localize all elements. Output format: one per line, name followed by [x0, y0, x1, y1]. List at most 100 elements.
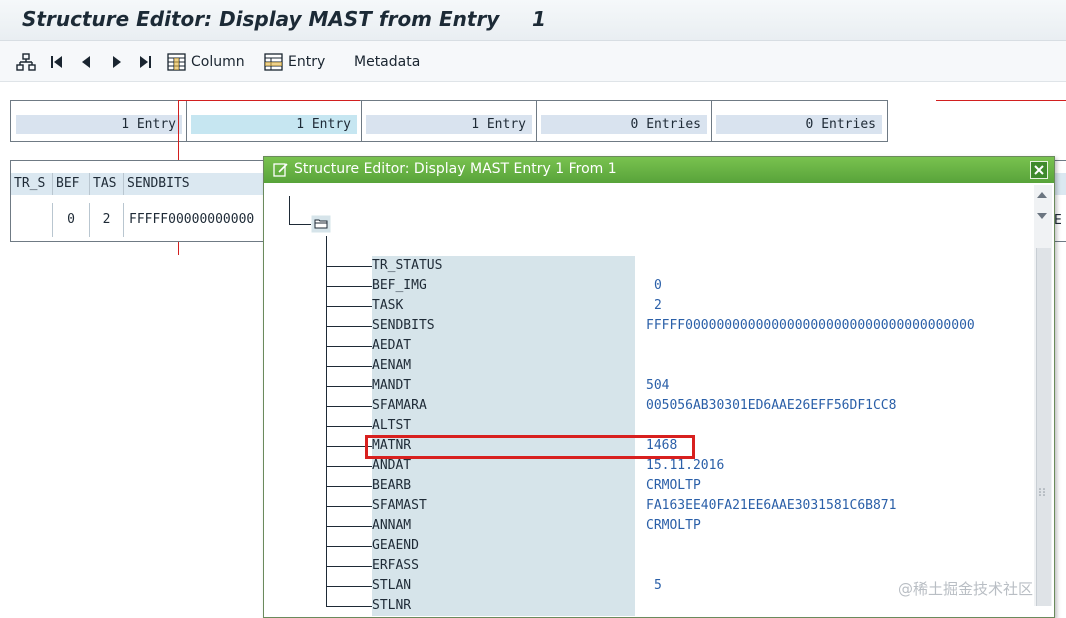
tree-connector	[326, 386, 372, 387]
tree-connector	[326, 466, 372, 467]
field-name-erfass[interactable]: ERFASS	[372, 556, 635, 576]
column-view-icon	[167, 53, 186, 71]
tree-connector	[326, 506, 372, 507]
field-name-bearb[interactable]: BEARB	[372, 476, 635, 496]
metadata-button[interactable]: Metadata	[354, 51, 420, 73]
scroll-down-icon[interactable]	[1036, 211, 1048, 221]
last-entry-button[interactable]	[138, 51, 152, 73]
close-icon	[1034, 165, 1044, 175]
count-box-2: 1 Entry	[186, 100, 363, 142]
count-box-3: 1 Entry	[361, 100, 538, 142]
table-cell[interactable]: 0	[53, 203, 90, 237]
table-cell[interactable]	[11, 203, 53, 237]
field-name-tr-status[interactable]: TR_STATUS	[372, 256, 635, 276]
matnr-highlight	[365, 435, 695, 459]
field-name-andat[interactable]: ANDAT	[372, 456, 635, 476]
tree-connector	[326, 366, 372, 367]
field-name-bef-img[interactable]: BEF_IMG	[372, 276, 635, 296]
next-entry-button[interactable]	[111, 51, 123, 73]
entry-table: TR_S BEF TAS SENDBITS 0 2 FFFFF000000000…	[10, 160, 272, 242]
watermark: @稀土掘金技术社区	[898, 580, 1034, 598]
field-name-sfamast[interactable]: SFAMAST	[372, 496, 635, 516]
first-entry-button[interactable]	[50, 51, 64, 73]
next-icon	[113, 56, 121, 68]
tree-connector	[326, 306, 372, 307]
tree-connector	[326, 426, 372, 427]
count-value: 1 Entry	[366, 115, 532, 134]
field-value-sfamara[interactable]: 005056AB30301ED6AAE26EFF56DF1CC8	[646, 396, 896, 416]
field-name-task[interactable]: TASK	[372, 296, 635, 316]
tree-connector	[326, 266, 372, 267]
metadata-button-label: Metadata	[354, 54, 421, 70]
tree-connector	[289, 224, 311, 225]
table-cell[interactable]: 2	[90, 203, 124, 237]
previous-entry-button[interactable]	[80, 51, 92, 73]
field-name-stlan[interactable]: STLAN	[372, 576, 635, 596]
scrollbar-thumb[interactable]	[1036, 248, 1051, 606]
page-title: Structure Editor: Display MAST from Entr…	[22, 7, 500, 31]
tree-connector	[326, 546, 372, 547]
field-name-aedat[interactable]: AEDAT	[372, 336, 635, 356]
field-value-sfamast[interactable]: FA163EE40FA21EE6AAE3031581C6B871	[646, 496, 896, 516]
field-value-stlan[interactable]: 5	[654, 576, 662, 596]
tree-connector	[326, 406, 372, 407]
tree-connector	[326, 346, 372, 347]
display-edit-icon	[273, 163, 288, 177]
toolbar: Column Entry Metadata	[0, 41, 1066, 82]
column-header-tr-status[interactable]: TR_S	[11, 173, 53, 195]
field-name-annam[interactable]: ANNAM	[372, 516, 635, 536]
field-value-annam[interactable]: CRMOLTP	[646, 516, 701, 536]
column-header-task[interactable]: TAS	[90, 173, 124, 195]
annotation-line	[936, 100, 1066, 101]
tree-connector	[326, 606, 372, 607]
tree-connector	[326, 526, 372, 527]
first-page-icon	[51, 56, 62, 68]
tree-connector	[326, 286, 372, 287]
hierarchy-button[interactable]	[16, 51, 36, 73]
count-value: 1 Entry	[191, 115, 357, 134]
field-name-mandt[interactable]: MANDT	[372, 376, 635, 396]
dialog-title-bar[interactable]: Structure Editor: Display MAST Entry 1 F…	[264, 157, 1054, 183]
field-value-task[interactable]: 2	[654, 296, 662, 316]
count-box-4: 0 Entries	[536, 100, 713, 142]
grip-icon	[1039, 488, 1045, 496]
field-value-sendbits[interactable]: FFFFF00000000000000000000000000000000000…	[646, 316, 975, 336]
column-button-label: Column	[191, 54, 245, 70]
tree-connector	[326, 236, 327, 606]
field-name-sendbits[interactable]: SENDBITS	[372, 316, 635, 336]
count-value: 0 Entries	[716, 115, 882, 134]
field-value-bearb[interactable]: CRMOLTP	[646, 476, 701, 496]
entry-button-label: Entry	[288, 54, 326, 70]
count-value: 0 Entries	[541, 115, 707, 134]
tree-connector	[326, 486, 372, 487]
table-cell[interactable]: FFFFF00000000000	[124, 203, 271, 237]
column-header-sendbits[interactable]: SENDBITS	[124, 173, 271, 195]
count-value: 1 Entry	[16, 115, 182, 134]
count-box-1: 1 Entry	[10, 100, 188, 142]
dialog-title: Structure Editor: Display MAST Entry 1 F…	[294, 161, 617, 177]
field-name-geaend[interactable]: GEAEND	[372, 536, 635, 556]
field-name-aenam[interactable]: AENAM	[372, 356, 635, 376]
field-value-mandt[interactable]: 504	[646, 376, 669, 396]
column-button[interactable]: Column	[167, 51, 245, 73]
previous-icon	[82, 56, 90, 68]
close-button[interactable]	[1030, 161, 1048, 179]
count-box-5: 0 Entries	[711, 100, 888, 142]
title-bar: Structure Editor: Display MAST from Entr…	[0, 0, 1066, 41]
field-value-andat[interactable]: 15.11.2016	[646, 456, 724, 476]
table-cell-fragment: E	[1054, 213, 1062, 228]
field-value-bef-img[interactable]: 0	[654, 276, 662, 296]
hierarchy-icon	[16, 53, 36, 71]
entry-button[interactable]: Entry	[264, 51, 325, 73]
folder-icon[interactable]	[311, 215, 331, 233]
tree-connector	[289, 196, 290, 224]
column-header-bef-img[interactable]: BEF	[53, 173, 90, 195]
field-name-sfamara[interactable]: SFAMARA	[372, 396, 635, 416]
last-page-icon	[140, 56, 151, 68]
scroll-up-icon[interactable]	[1036, 190, 1048, 200]
tree-connector	[326, 326, 372, 327]
entry-number: 1	[532, 7, 546, 31]
field-name-altst[interactable]: ALTST	[372, 416, 635, 436]
field-name-stlnr[interactable]: STLNR	[372, 596, 635, 616]
tree-connector	[326, 586, 372, 587]
